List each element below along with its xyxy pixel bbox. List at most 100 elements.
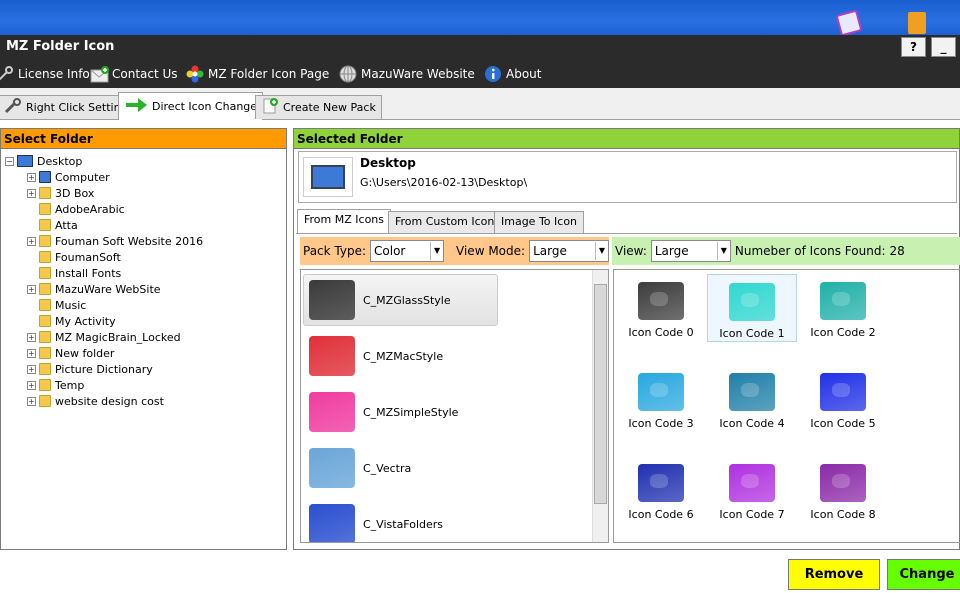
menu-license-info[interactable]: License Info xyxy=(0,64,90,84)
folder-icon xyxy=(39,379,51,391)
icon-count-value: 28 xyxy=(889,244,905,258)
pack-item[interactable]: C_Vectra xyxy=(309,442,504,494)
pack-type-label: Pack Type: xyxy=(303,244,367,258)
folder-icon xyxy=(309,392,355,432)
icon-label: Icon Code 0 xyxy=(628,326,694,339)
folder-icon xyxy=(39,203,51,215)
remove-button[interactable]: Remove xyxy=(788,559,880,590)
tree-root[interactable]: − Desktop xyxy=(5,153,203,169)
flower-icon xyxy=(186,65,204,83)
tree-item[interactable]: + MZ MagicBrain_Locked xyxy=(5,329,203,345)
tree-item[interactable]: + website design cost xyxy=(5,393,203,409)
expand-icon[interactable]: + xyxy=(27,188,36,198)
expand-icon[interactable]: + xyxy=(27,380,36,390)
icon-grid[interactable]: Icon Code 0 Icon Code 1 Icon Code 2 Icon Co… xyxy=(613,269,960,543)
expand-icon[interactable]: + xyxy=(27,172,36,182)
tree-label: AdobeArabic xyxy=(55,202,125,216)
expand-icon[interactable]: + xyxy=(27,236,36,246)
tree-item[interactable]: + Computer xyxy=(5,169,203,185)
pack-item[interactable]: C_MZMacStyle xyxy=(309,330,504,382)
tab-direct-icon-change[interactable]: Direct Icon Change xyxy=(118,92,264,120)
tree-item[interactable]: +3D Box xyxy=(5,185,203,201)
icon-cell[interactable]: Icon Code 8 xyxy=(798,456,888,524)
folder-icon xyxy=(729,283,775,321)
tree-item[interactable]: + Temp xyxy=(5,377,203,393)
icon-cell[interactable]: Icon Code 6 xyxy=(616,456,706,524)
folder-icon xyxy=(39,219,51,231)
wrench-icon xyxy=(4,98,22,117)
menu-mz-folder-icon-page[interactable]: MZ Folder Icon Page xyxy=(186,64,329,84)
folder-icon xyxy=(309,448,355,488)
folder-icon xyxy=(39,235,51,247)
tree-item[interactable]: AdobeArabic xyxy=(5,201,203,217)
select-folder-panel: Select Folder − Desktop + Computer +3D Box… xyxy=(0,128,287,550)
icon-cell[interactable]: Icon Code 0 xyxy=(616,274,706,342)
help-button[interactable]: ? xyxy=(901,37,926,57)
expand-icon[interactable]: + xyxy=(27,284,36,294)
main-tab-bar: Right Click Settings Direct Icon Change … xyxy=(0,88,960,120)
desktop-folder-icon[interactable] xyxy=(908,12,926,34)
expand-icon[interactable]: + xyxy=(27,364,36,374)
icon-cell[interactable]: Icon Code 2 xyxy=(798,274,888,342)
folder-tree[interactable]: − Desktop + Computer +3D Box AdobeArabic Att… xyxy=(5,153,203,409)
menu-mazuware-website[interactable]: MazuWare Website xyxy=(339,64,475,84)
pack-label: C_MZSimpleStyle xyxy=(363,405,459,419)
view-select[interactable]: Large ▼ xyxy=(650,240,731,262)
icon-cell[interactable]: Icon Code 5 xyxy=(798,365,888,433)
minimize-button[interactable]: _ xyxy=(931,37,956,57)
view-mode-select[interactable]: Large ▼ xyxy=(529,240,609,262)
icon-cell[interactable]: Icon Code 3 xyxy=(616,365,706,433)
menu-contact-us[interactable]: Contact Us xyxy=(90,64,178,84)
pack-item[interactable]: C_VistaFolders xyxy=(309,498,504,542)
expand-icon[interactable]: + xyxy=(27,348,36,358)
tree-label: Atta xyxy=(55,218,78,232)
tree-item[interactable]: FoumanSoft xyxy=(5,249,203,265)
tree-item[interactable]: Music xyxy=(5,297,203,313)
pack-list[interactable]: C_MZGlassStyle C_MZMacStyle C_MZSimpleStyl… xyxy=(300,269,609,543)
selected-folder-info: Desktop G:\Users\2016-02-13\Desktop\ xyxy=(298,151,957,203)
folder-icon xyxy=(39,187,51,199)
tab-create-new-pack[interactable]: Create New Pack xyxy=(255,95,382,119)
icon-cell[interactable]: Icon Code 4 xyxy=(707,365,797,433)
folder-icon xyxy=(309,280,355,320)
tree-item[interactable]: + Picture Dictionary xyxy=(5,361,203,377)
icon-cell[interactable]: Icon Code 1 xyxy=(707,274,797,342)
selected-folder-panel: Selected Folder Desktop G:\Users\2016-02… xyxy=(293,128,960,550)
icon-count-label: Numeber of Icons Found: xyxy=(734,244,886,258)
icon-label: Icon Code 1 xyxy=(719,327,785,340)
subtab-from-custom-icon[interactable]: From Custom Icon xyxy=(388,211,502,233)
folder-icon xyxy=(39,331,51,343)
expand-icon[interactable]: + xyxy=(27,332,36,342)
view-mode-label: View Mode: xyxy=(456,244,526,258)
icon-cell[interactable]: Icon Code 7 xyxy=(707,456,797,524)
tree-item[interactable]: + Fouman Soft Website 2016 xyxy=(5,233,203,249)
tree-item[interactable]: My Activity xyxy=(5,313,203,329)
folder-icon xyxy=(39,395,51,407)
pack-item[interactable]: C_MZSimpleStyle xyxy=(309,386,504,438)
arrow-right-icon xyxy=(124,96,148,117)
desktop-strip xyxy=(0,0,960,37)
folder-icon xyxy=(729,373,775,411)
pack-type-select[interactable]: Color ▼ xyxy=(370,240,445,262)
new-pack-icon xyxy=(261,97,279,118)
desktop-icon xyxy=(303,157,353,197)
icon-label: Icon Code 4 xyxy=(719,417,785,430)
desktop-app-icon[interactable] xyxy=(835,9,863,37)
scroll-thumb[interactable] xyxy=(594,284,607,504)
expand-icon[interactable]: + xyxy=(27,396,36,406)
menu-about[interactable]: About xyxy=(484,64,541,84)
tree-item[interactable]: Install Fonts xyxy=(5,265,203,281)
tab-label: Direct Icon Change xyxy=(152,100,258,113)
tree-item[interactable]: + MazuWare WebSite xyxy=(5,281,203,297)
collapse-icon[interactable]: − xyxy=(5,156,14,166)
change-button[interactable]: Change xyxy=(887,559,960,590)
tree-label: Fouman Soft Website 2016 xyxy=(55,234,204,248)
pack-item[interactable]: C_MZGlassStyle xyxy=(303,274,498,326)
pack-list-scrollbar[interactable] xyxy=(592,270,608,542)
tree-item[interactable]: Atta xyxy=(5,217,203,233)
tree-label: New folder xyxy=(55,346,115,360)
subtab-image-to-icon[interactable]: Image To Icon xyxy=(494,211,585,233)
tree-item[interactable]: + New folder xyxy=(5,345,203,361)
subtab-from-mz-icons[interactable]: From MZ Icons xyxy=(297,209,391,233)
chevron-down-icon: ▼ xyxy=(594,242,605,260)
